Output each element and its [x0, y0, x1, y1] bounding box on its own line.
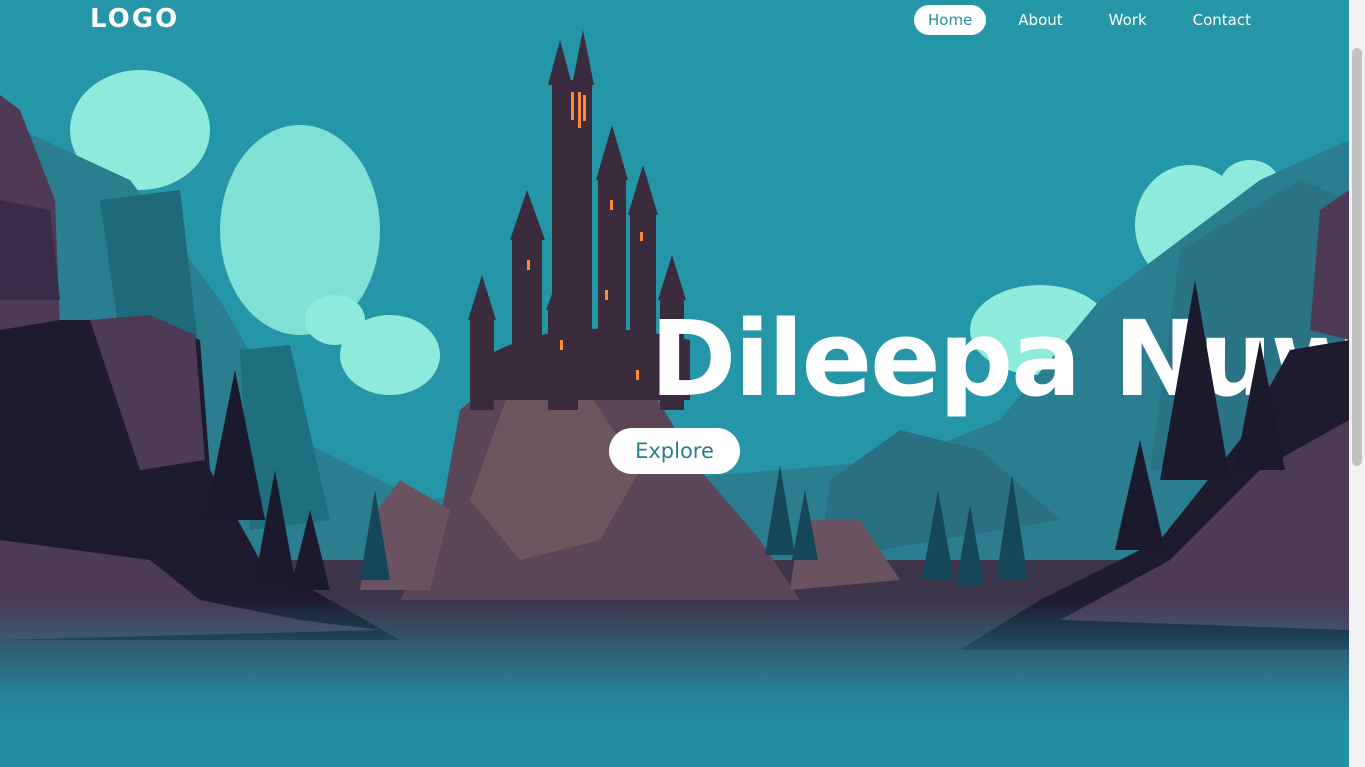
- main-navigation: Home About Work Contact: [914, 5, 1265, 35]
- page: LOGO Home About Work Contact Dileepa Nuw: [0, 0, 1349, 767]
- nav-item-contact[interactable]: Contact: [1179, 5, 1265, 35]
- bottom-fade: [0, 600, 1349, 767]
- nav-item-about[interactable]: About: [1004, 5, 1076, 35]
- site-logo[interactable]: LOGO: [90, 4, 179, 34]
- hero-title: Dileepa Nuw: [650, 298, 1349, 420]
- nav-item-work[interactable]: Work: [1095, 5, 1161, 35]
- scrollbar-thumb[interactable]: [1352, 48, 1362, 466]
- explore-button[interactable]: Explore: [609, 428, 740, 474]
- page-scrollbar[interactable]: [1349, 0, 1365, 767]
- nav-item-home[interactable]: Home: [914, 5, 987, 35]
